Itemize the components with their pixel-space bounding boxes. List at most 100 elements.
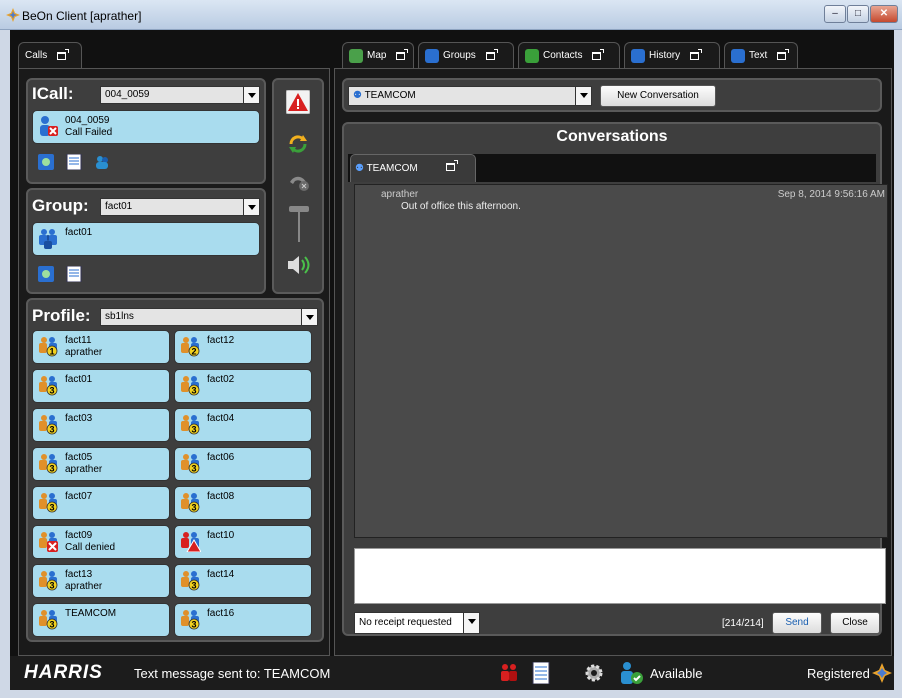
app-main: Calls ICall: 004_0059 004_0059 Call Fail…	[10, 30, 894, 690]
undock-icon[interactable]	[445, 160, 458, 171]
contacts-icon	[525, 48, 539, 63]
conversations-header: Conversations	[556, 128, 668, 145]
tab-label: Groups	[443, 50, 476, 61]
profile-card[interactable]: 1 fact11 aprather	[32, 330, 170, 364]
tab-history[interactable]: History	[624, 42, 720, 68]
profile-card[interactable]: 3 fact07	[32, 486, 170, 520]
text-group-select[interactable]: ⚉ TEAMCOM	[348, 86, 592, 106]
svg-text:3: 3	[191, 425, 196, 435]
svg-text:3: 3	[49, 503, 54, 513]
svg-text:3: 3	[49, 620, 54, 630]
gear-icon[interactable]	[584, 663, 604, 683]
chevron-down-icon[interactable]	[575, 87, 591, 105]
map-locate-icon[interactable]	[38, 154, 54, 170]
emergency-group-icon[interactable]	[498, 662, 520, 684]
profile-card[interactable]: 3 fact14	[174, 564, 312, 598]
undock-icon[interactable]	[777, 48, 790, 60]
profile-panel: Profile: sb1lns 1 fact11 aprather 2 fact12 3 f…	[26, 298, 324, 642]
maximize-button[interactable]: □	[847, 5, 869, 23]
tab-map[interactable]: Map	[342, 42, 414, 68]
receipt-select-value: No receipt requested	[359, 617, 452, 628]
new-conversation-button[interactable]: New Conversation	[600, 85, 716, 107]
profile-card-sub: aprather	[65, 581, 103, 592]
speaker-icon[interactable]	[286, 254, 312, 276]
profile-card[interactable]: 3 fact16	[174, 603, 312, 637]
icall-card-status: Call Failed	[65, 127, 113, 138]
tab-contacts[interactable]: Contacts	[518, 42, 620, 68]
profile-card[interactable]: 3 fact13 aprather	[32, 564, 170, 598]
svg-text:3: 3	[191, 386, 196, 396]
group-select[interactable]: fact01	[100, 198, 260, 216]
undock-icon[interactable]	[485, 48, 498, 60]
icall-card[interactable]: 004_0059 Call Failed	[32, 110, 260, 144]
group-icon: 3	[39, 610, 58, 630]
close-window-button[interactable]: ✕	[870, 5, 898, 23]
group-icon: 3	[181, 571, 200, 591]
message-icon[interactable]	[66, 266, 82, 282]
refresh-icon[interactable]	[286, 132, 310, 156]
group-icon: 3	[39, 571, 58, 591]
profile-card-name: fact05	[65, 452, 93, 463]
message-icon[interactable]	[66, 154, 82, 170]
undock-icon[interactable]	[57, 48, 70, 60]
profile-card[interactable]: 2 fact12	[174, 330, 312, 364]
message-icon[interactable]	[532, 662, 550, 684]
group-label: Group:	[32, 196, 89, 215]
profile-card-name: fact01	[65, 374, 93, 385]
profile-card[interactable]: 3 fact01	[32, 369, 170, 403]
profile-card[interactable]: fact09 Call denied	[32, 525, 170, 559]
profile-card-sub: aprather	[65, 347, 103, 358]
group-card[interactable]: fact01	[32, 222, 260, 256]
contacts-icon[interactable]	[94, 154, 110, 170]
close-conversation-button[interactable]: Close	[830, 612, 880, 634]
receipt-select[interactable]: No receipt requested	[354, 612, 480, 634]
profile-card[interactable]: 3 TEAMCOM	[32, 603, 170, 637]
profile-card[interactable]: 3 fact06	[174, 447, 312, 481]
tab-calls[interactable]: Calls	[18, 42, 82, 68]
svg-text:3: 3	[49, 581, 54, 591]
group-icon: 3	[181, 415, 200, 435]
svg-text:3: 3	[191, 620, 196, 630]
send-button[interactable]: Send	[772, 612, 822, 634]
minimize-button[interactable]: –	[824, 5, 846, 23]
profile-card-name: fact13	[65, 569, 93, 580]
chevron-down-icon[interactable]	[301, 309, 317, 325]
conversation-tab-teamcom[interactable]: ⚉ TEAMCOM	[350, 154, 476, 182]
group-icon: 3	[181, 376, 200, 396]
profile-card[interactable]: 3 fact02	[174, 369, 312, 403]
chevron-down-icon[interactable]	[243, 87, 259, 103]
emergency-alert-icon[interactable]	[286, 90, 310, 114]
person-call-failed-icon	[40, 116, 58, 136]
group-panel: Group: fact01 fact01	[26, 188, 266, 294]
volume-slider-track[interactable]	[298, 212, 300, 242]
presence-status[interactable]: Available	[650, 666, 703, 681]
message-sender: aprather	[381, 189, 419, 200]
profile-card-sub: Call denied	[65, 542, 116, 553]
icall-select-value: 004_0059	[105, 89, 150, 100]
presence-available-icon[interactable]	[618, 661, 644, 685]
groups-icon	[425, 48, 439, 63]
group-icon: 3	[181, 610, 200, 630]
tab-text[interactable]: Text	[724, 42, 798, 68]
message-input[interactable]	[354, 548, 886, 604]
undock-icon[interactable]	[592, 48, 605, 60]
map-locate-icon[interactable]	[38, 266, 54, 282]
tab-groups[interactable]: Groups	[418, 42, 514, 68]
profile-select[interactable]: sb1lns	[100, 308, 318, 326]
end-call-icon[interactable]	[286, 168, 310, 192]
undock-icon[interactable]	[690, 48, 703, 60]
svg-text:3: 3	[49, 464, 54, 474]
chevron-down-icon[interactable]	[463, 613, 479, 633]
group-select-value: fact01	[105, 201, 133, 212]
profile-card[interactable]: 3 fact08	[174, 486, 312, 520]
group-icon: 3	[39, 415, 58, 435]
profile-card-name: fact14	[207, 569, 235, 580]
icall-select[interactable]: 004_0059	[100, 86, 260, 104]
tab-label: Text	[749, 50, 768, 61]
undock-icon[interactable]	[396, 48, 409, 60]
chevron-down-icon[interactable]	[243, 199, 259, 215]
profile-card[interactable]: 3 fact03	[32, 408, 170, 442]
profile-card[interactable]: 3 fact04	[174, 408, 312, 442]
profile-card[interactable]: 3 fact05 aprather	[32, 447, 170, 481]
profile-card[interactable]: fact10	[174, 525, 312, 559]
